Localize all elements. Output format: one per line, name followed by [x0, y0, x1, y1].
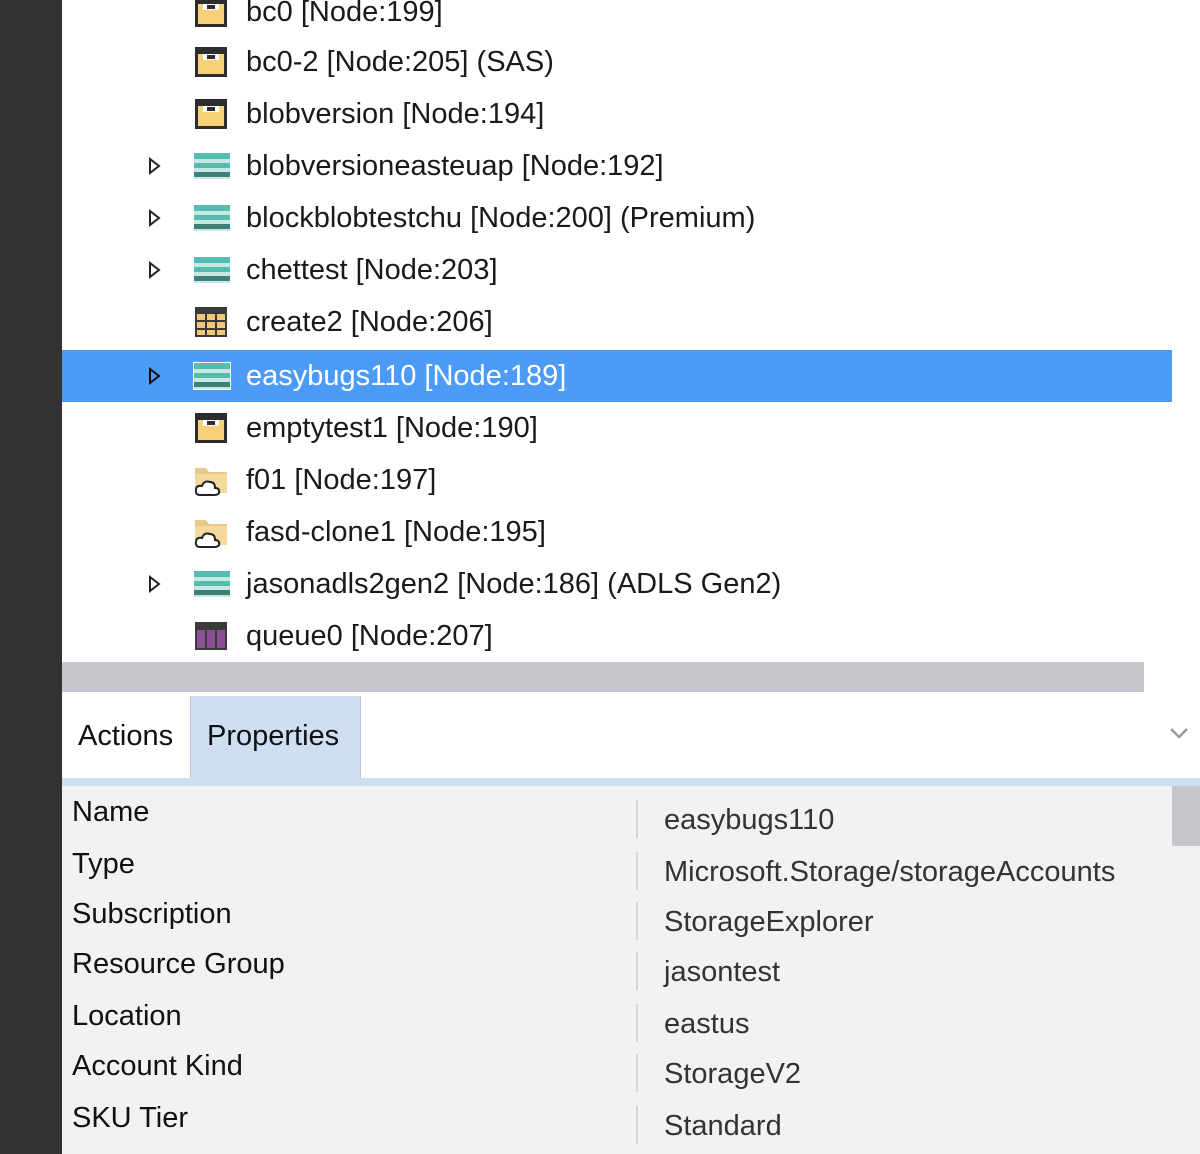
property-name: SKU Tier: [72, 1102, 189, 1134]
property-row-type: Type Microsoft.Storage/storageAccounts: [62, 842, 1172, 894]
property-value: Standard: [664, 1110, 782, 1142]
property-name: Type: [72, 848, 135, 880]
file-share-icon: [194, 468, 227, 496]
column-divider[interactable]: [636, 1054, 638, 1092]
tree-item-label: easybugs110 [Node:189]: [246, 360, 567, 392]
tree-item-label: blockblobtestchu [Node:200] (Premium): [246, 202, 756, 234]
property-value: eastus: [664, 1008, 750, 1040]
blob-container-icon: [195, 99, 227, 129]
bottom-panel: Actions Properties Name easybugs110 Type…: [62, 692, 1200, 1154]
property-row-resource-group: Resource Group jasontest: [62, 942, 1172, 994]
blob-container-icon: [195, 0, 227, 27]
file-share-icon: [194, 520, 227, 548]
tree-item-label: chettest [Node:203]: [246, 254, 498, 286]
storage-account-icon: [194, 153, 230, 179]
column-divider[interactable]: [636, 1004, 638, 1042]
horizontal-scrollbar[interactable]: [62, 662, 1144, 692]
properties-grid: Name easybugs110 Type Microsoft.Storage/…: [62, 786, 1200, 1154]
tree-item-label: blobversion [Node:194]: [246, 98, 545, 130]
property-row-sku-tier: SKU Tier Standard: [62, 1096, 1172, 1148]
column-divider[interactable]: [636, 800, 638, 838]
tree-item-fasd-clone1[interactable]: fasd-clone1 [Node:195]: [62, 506, 1172, 558]
property-name: Subscription: [72, 898, 232, 930]
tree-item-label: queue0 [Node:207]: [246, 620, 493, 652]
tree-item-label: blobversioneasteuap [Node:192]: [246, 150, 664, 182]
tab-actions[interactable]: Actions: [62, 696, 190, 778]
expand-arrow-icon[interactable]: [144, 260, 164, 280]
tree-item-blobversioneasteuap[interactable]: blobversioneasteuap [Node:192]: [62, 140, 1172, 192]
tree-item-emptytest1[interactable]: emptytest1 [Node:190]: [62, 402, 1172, 454]
column-divider[interactable]: [636, 852, 638, 890]
storage-account-icon: [194, 257, 230, 283]
tree-item-bc0[interactable]: bc0 [Node:199]: [62, 0, 1172, 38]
property-value: easybugs110: [664, 804, 835, 836]
column-divider[interactable]: [636, 902, 638, 940]
expand-arrow-icon[interactable]: [144, 366, 164, 386]
tree-item-chettest[interactable]: chettest [Node:203]: [62, 244, 1172, 296]
scrollbar-corner: [1144, 662, 1200, 692]
tree-item-create2[interactable]: create2 [Node:206]: [62, 296, 1172, 348]
property-row-account-kind: Account Kind StorageV2: [62, 1044, 1172, 1096]
tree-item-f01[interactable]: f01 [Node:197]: [62, 454, 1172, 506]
storage-account-icon: [193, 362, 231, 390]
property-name: Account Kind: [72, 1050, 243, 1082]
blob-container-icon: [195, 413, 227, 443]
property-value: StorageV2: [664, 1058, 802, 1090]
explorer-tree: bc0 [Node:199] bc0-2 [Node:205] (SAS) bl…: [62, 0, 1200, 662]
blob-container-icon: [195, 47, 227, 77]
tree-item-blockblobtestchu[interactable]: blockblobtestchu [Node:200] (Premium): [62, 192, 1172, 244]
tree-item-label: bc0-2 [Node:205] (SAS): [246, 46, 554, 78]
storage-account-icon: [194, 571, 230, 597]
tree-item-label: jasonadls2gen2 [Node:186] (ADLS Gen2): [246, 568, 782, 600]
left-activity-bar: [0, 0, 62, 1154]
property-value: StorageExplorer: [664, 906, 874, 938]
property-row-subscription: Subscription StorageExplorer: [62, 892, 1172, 944]
vertical-scrollbar-thumb[interactable]: [1172, 786, 1200, 846]
queue-icon: [195, 622, 227, 650]
tree-item-jasonadls2gen2[interactable]: jasonadls2gen2 [Node:186] (ADLS Gen2): [62, 558, 1172, 610]
tab-underline: [62, 778, 1200, 786]
column-divider[interactable]: [636, 952, 638, 990]
table-icon: [195, 307, 227, 337]
tree-item-label: emptytest1 [Node:190]: [246, 412, 538, 444]
expand-arrow-icon[interactable]: [144, 156, 164, 176]
property-name: Location: [72, 1000, 182, 1032]
property-row-name: Name easybugs110: [62, 790, 1172, 842]
tree-item-queue0[interactable]: queue0 [Node:207]: [62, 610, 1172, 662]
property-value: jasontest: [664, 956, 781, 988]
property-name: Name: [72, 796, 150, 828]
storage-account-icon: [194, 205, 230, 231]
expand-arrow-icon[interactable]: [144, 208, 164, 228]
property-value: Microsoft.Storage/storageAccounts: [664, 856, 1116, 888]
tree-item-label: f01 [Node:197]: [246, 464, 437, 496]
chevron-down-icon[interactable]: [1168, 722, 1190, 744]
property-name: Resource Group: [72, 948, 285, 980]
tree-item-blobversion[interactable]: blobversion [Node:194]: [62, 88, 1172, 140]
tree-item-label: fasd-clone1 [Node:195]: [246, 516, 546, 548]
tree-item-label: bc0 [Node:199]: [246, 0, 443, 28]
tree-item-bc0-2[interactable]: bc0-2 [Node:205] (SAS): [62, 36, 1172, 88]
property-row-location: Location eastus: [62, 994, 1172, 1046]
tree-item-easybugs110[interactable]: easybugs110 [Node:189]: [62, 350, 1172, 402]
panel-tabbar: Actions Properties: [62, 692, 1200, 778]
tree-item-label: create2 [Node:206]: [246, 306, 493, 338]
tab-properties[interactable]: Properties: [190, 696, 361, 778]
column-divider[interactable]: [636, 1106, 638, 1144]
expand-arrow-icon[interactable]: [144, 574, 164, 594]
